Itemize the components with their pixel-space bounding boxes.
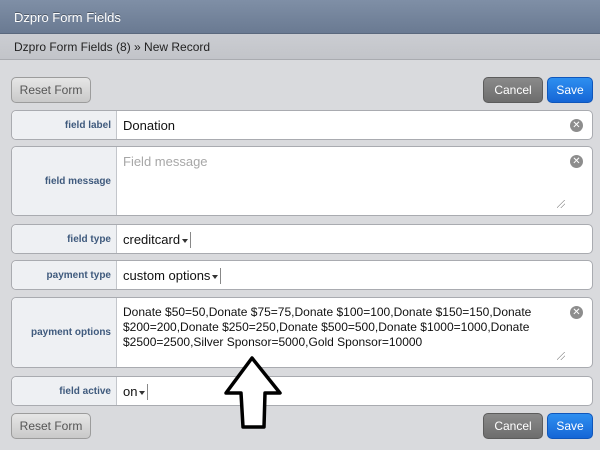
chevron-down-icon xyxy=(139,388,146,398)
field-type-select[interactable]: creditcard xyxy=(123,232,192,248)
field-type-value: creditcard xyxy=(123,232,181,247)
resize-grip-icon[interactable] xyxy=(557,352,565,360)
field-label-row: field label Donation ✕ xyxy=(11,110,593,140)
field-active-row: field active on xyxy=(11,376,593,406)
payment-type-select[interactable]: custom options xyxy=(123,268,222,284)
payment-type-value: custom options xyxy=(123,268,211,283)
cancel-button[interactable]: Cancel xyxy=(483,77,543,103)
field-type-label: field type xyxy=(12,225,117,253)
field-label-label: field label xyxy=(12,111,117,139)
clear-icon[interactable]: ✕ xyxy=(570,119,583,132)
payment-type-label: payment type xyxy=(12,261,117,289)
field-active-value: on xyxy=(123,384,138,399)
field-message-label: field message xyxy=(12,147,117,215)
field-active-select[interactable]: on xyxy=(123,384,149,400)
clear-icon[interactable]: ✕ xyxy=(570,306,583,319)
clear-icon[interactable]: ✕ xyxy=(570,155,583,168)
reset-form-button[interactable]: Reset Form xyxy=(11,77,91,103)
resize-grip-icon[interactable] xyxy=(557,200,565,208)
payment-options-row: payment options Donate $50=50,Donate $75… xyxy=(11,297,593,368)
payment-type-row: payment type custom options xyxy=(11,260,593,290)
field-type-row: field type creditcard xyxy=(11,224,593,254)
window-title-bar: Dzpro Form Fields xyxy=(0,0,600,34)
field-message-row: field message Field message ✕ xyxy=(11,146,593,216)
reset-form-button-bottom[interactable]: Reset Form xyxy=(11,413,91,439)
field-message-textarea[interactable]: Field message xyxy=(123,154,562,170)
window-title: Dzpro Form Fields xyxy=(14,10,121,25)
cancel-button-bottom[interactable]: Cancel xyxy=(483,413,543,439)
save-button-bottom[interactable]: Save xyxy=(547,413,593,439)
save-button[interactable]: Save xyxy=(547,77,593,103)
breadcrumb: Dzpro Form Fields (8) » New Record xyxy=(0,34,600,60)
payment-options-textarea[interactable]: Donate $50=50,Donate $75=75,Donate $100=… xyxy=(123,305,562,350)
payment-options-label: payment options xyxy=(12,298,117,367)
chevron-down-icon xyxy=(212,272,219,282)
chevron-down-icon xyxy=(182,236,189,246)
field-label-input[interactable]: Donation xyxy=(123,118,562,134)
breadcrumb-text[interactable]: Dzpro Form Fields (8) » New Record xyxy=(14,40,210,54)
field-active-label: field active xyxy=(12,377,117,405)
arrow-up-icon xyxy=(224,356,282,429)
